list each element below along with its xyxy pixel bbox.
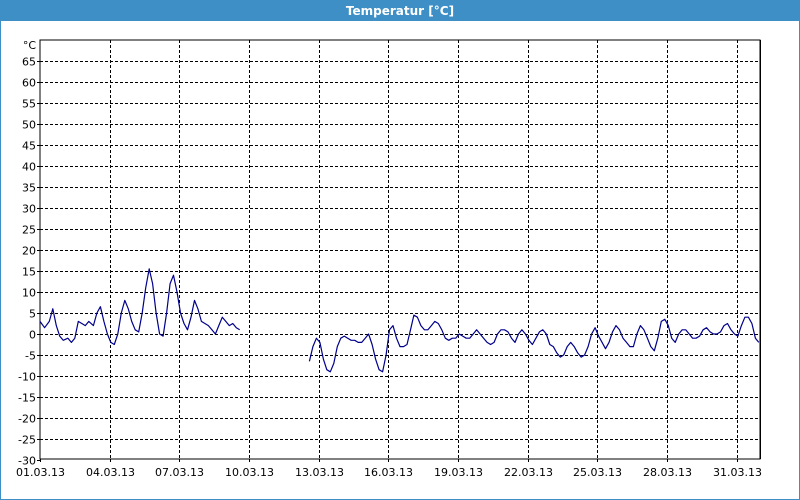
x-tick-label: 16.03.13 [364,466,413,479]
y-tick-label: 55 [22,98,36,111]
y-tick-label: 25 [22,224,36,237]
x-tick-label: 04.03.13 [86,466,135,479]
x-tick-label: 07.03.13 [155,466,204,479]
x-tick-label: 28.03.13 [643,466,692,479]
y-tick-label: 0 [29,329,36,342]
x-tick-label: 13.03.13 [295,466,344,479]
y-tick-label: 30 [22,203,36,216]
x-tick-label: 01.03.13 [16,466,65,479]
temperature-chart: 65605550454035302520151050-5-10-15-20-25… [16,39,762,479]
y-tick-label: -20 [18,413,36,426]
x-tick-label: 10.03.13 [225,466,274,479]
x-tick-label: 19.03.13 [434,466,483,479]
y-tick-label: 40 [22,161,36,174]
y-tick-label: 20 [22,245,36,258]
y-tick-label: 65 [22,56,36,69]
x-tick-label: 25.03.13 [573,466,622,479]
y-tick-label: 45 [22,140,36,153]
y-tick-label: -5 [25,350,36,363]
y-tick-label: 50 [22,119,36,132]
y-tick-label: -25 [18,434,36,447]
y-tick-label: 35 [22,182,36,195]
x-tick-label: 31.03.13 [713,466,762,479]
y-axis-unit: °C [23,39,37,52]
y-tick-label: 5 [29,308,36,321]
y-tick-label: -15 [18,392,36,405]
y-tick-label: 10 [22,287,36,300]
y-tick-label: 60 [22,77,36,90]
y-tick-label: 15 [22,266,36,279]
y-tick-label: -10 [18,371,36,384]
plot-area [39,39,761,460]
x-tick-label: 22.03.13 [504,466,553,479]
